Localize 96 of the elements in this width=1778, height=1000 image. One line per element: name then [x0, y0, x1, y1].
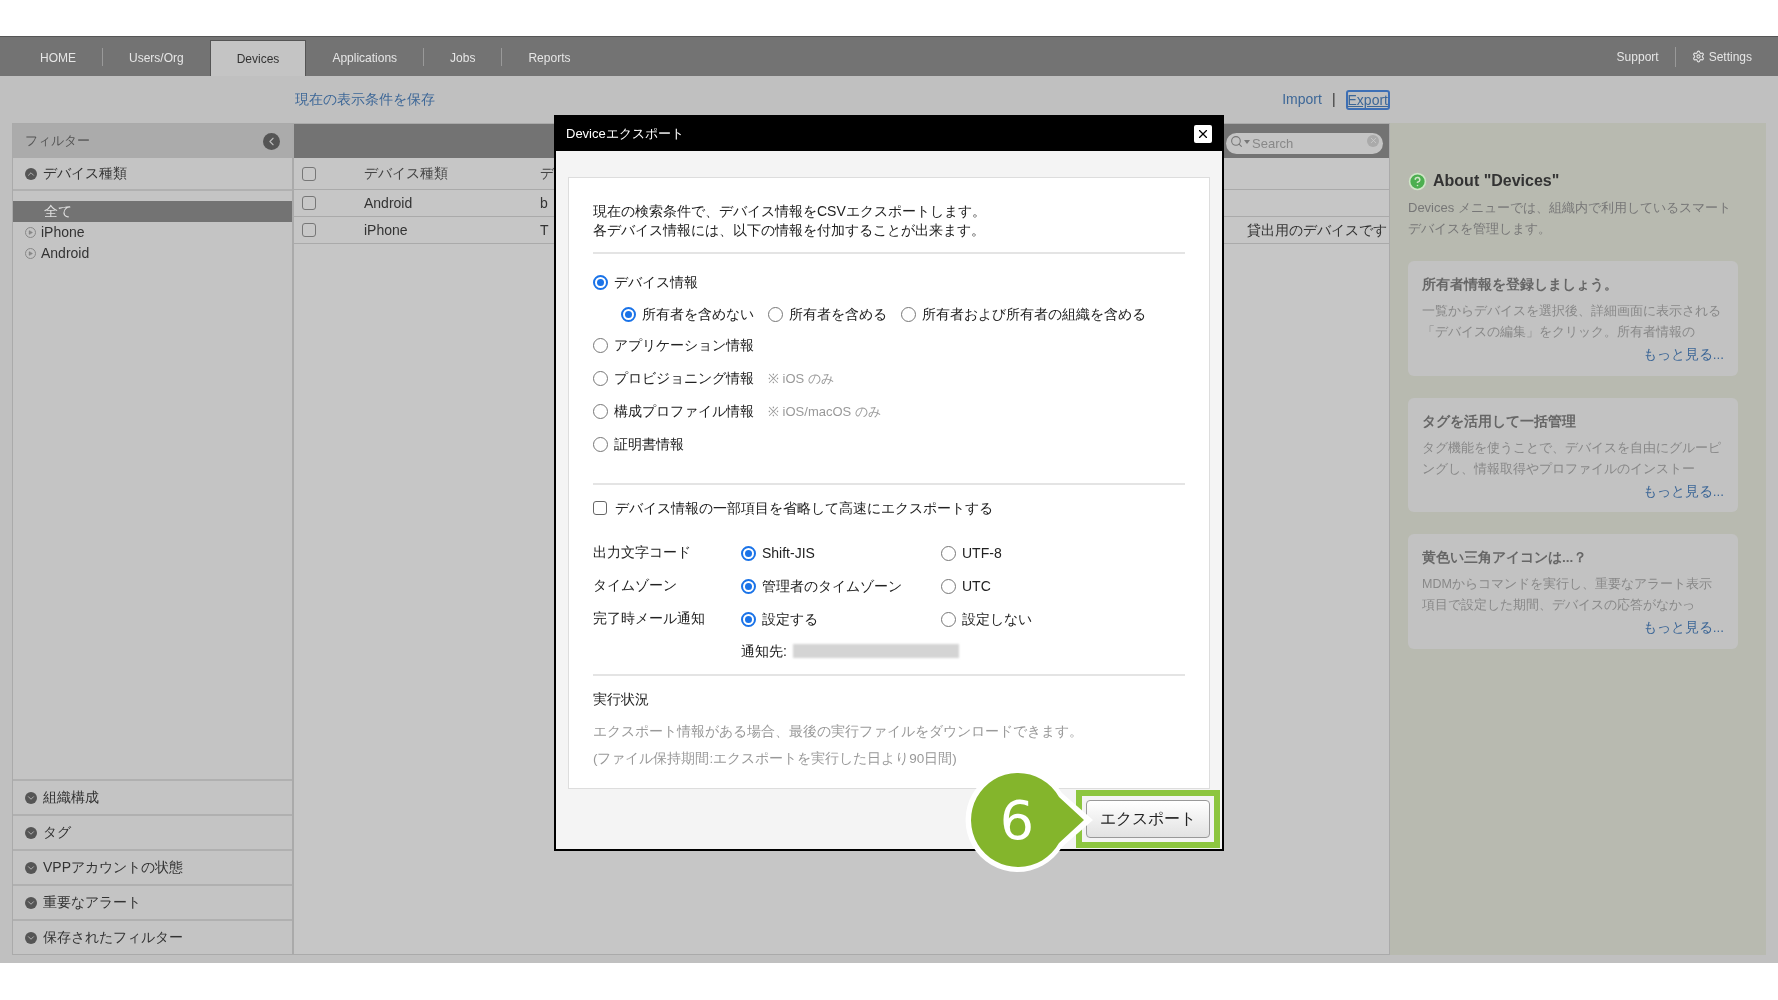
chevron-down-icon[interactable]	[25, 896, 37, 909]
radio-button[interactable]	[593, 275, 608, 290]
table-cell-text: T	[540, 220, 549, 240]
table-cell-text: 貸出用のデバイスです	[1247, 220, 1388, 240]
chevron-down-icon[interactable]	[25, 931, 37, 944]
column-header: デバイス種類	[364, 164, 449, 183]
intro-text: 各デバイス情報には、以下の情報を付加することが出来ます。	[593, 221, 986, 240]
section-title: 実行状況	[593, 691, 650, 709]
support-link[interactable]: Support	[1616, 47, 1659, 66]
filter-item[interactable]: Android	[13, 243, 292, 264]
radio-button[interactable]	[593, 404, 608, 419]
setting-label: タイムゾーン	[593, 577, 678, 596]
radio-button[interactable]	[941, 612, 956, 627]
radio-button[interactable]	[593, 338, 608, 353]
radio-button[interactable]	[593, 437, 608, 452]
option-label: アプリケーション情報	[614, 336, 754, 355]
nav-tab[interactable]: HOME	[14, 40, 102, 76]
radio-button[interactable]	[621, 306, 636, 322]
play-circle-icon	[25, 227, 36, 238]
radio-button[interactable]	[741, 579, 756, 594]
option-label: 構成プロファイル情報	[614, 402, 754, 421]
option-label: デバイス情報	[614, 273, 698, 292]
save-view-link[interactable]: 現在の表示条件を保存	[295, 89, 435, 110]
table-cell-text: b	[540, 193, 548, 213]
radio-button[interactable]	[593, 371, 608, 386]
nav-tab[interactable]: Reports	[502, 40, 597, 76]
option-label: 所有者を含める	[789, 304, 887, 324]
filter-section-title[interactable]: タグ	[43, 822, 71, 843]
separator-text: |	[1331, 90, 1336, 109]
option-label: 設定する	[762, 610, 818, 629]
option-note: ※ iOS/macOS のみ	[768, 402, 881, 421]
checkbox[interactable]	[302, 166, 316, 181]
option-label: 管理者のタイムゾーン	[762, 577, 902, 596]
caret-icon	[1244, 139, 1250, 144]
checkbox[interactable]	[302, 196, 316, 210]
intro-text: 現在の検索条件で、デバイス情報をCSVエクスポートします。	[593, 202, 987, 221]
option-note: ※ iOS のみ	[768, 369, 834, 388]
option-label: プロビジョニング情報	[614, 369, 754, 388]
nav-tab[interactable]: Devices	[209, 40, 307, 76]
option-label: Shift-JIS	[762, 544, 815, 563]
table-cell-text: iPhone	[364, 220, 409, 240]
search-icon	[1230, 134, 1243, 148]
chevron-down-icon[interactable]	[25, 791, 37, 804]
help-title: About "Devices"	[1433, 171, 1560, 191]
radio-button[interactable]	[901, 306, 916, 322]
more-link[interactable]: もっと見る...	[1642, 618, 1724, 639]
setting-label: 出力文字コード	[593, 544, 692, 563]
filter-section-title[interactable]: 保存されたフィルター	[43, 927, 183, 948]
import-link[interactable]: Import	[1282, 89, 1322, 110]
search-field[interactable]: Search	[1226, 132, 1383, 154]
radio-button[interactable]	[941, 579, 956, 594]
option-label: 設定しない	[962, 610, 1032, 629]
play-circle-icon	[25, 248, 36, 259]
filter-item[interactable]: 全て	[13, 201, 292, 222]
checkbox[interactable]	[593, 501, 607, 515]
nav-tab[interactable]: Users/Org	[103, 40, 210, 76]
tip-title: タグを活用して一括管理	[1422, 412, 1577, 431]
export-link[interactable]: Export	[1345, 89, 1390, 110]
nav-tab[interactable]: Applications	[306, 40, 424, 76]
status-text: エクスポート情報がある場合、最後の実行ファイルをダウンロードできます。	[593, 723, 1084, 742]
checkbox[interactable]	[302, 223, 316, 237]
collapse-icon[interactable]	[263, 132, 280, 150]
chevron-down-icon[interactable]	[25, 826, 37, 839]
filter-section-title[interactable]: デバイス種類	[43, 163, 127, 184]
option-label: UTF-8	[962, 544, 1002, 563]
chevron-up-icon[interactable]	[25, 167, 37, 180]
setting-label: 完了時メール通知	[593, 610, 706, 629]
export-button[interactable]: エクスポート	[1086, 800, 1210, 838]
filter-item[interactable]: iPhone	[13, 222, 292, 243]
option-label: 所有者を含めない	[642, 304, 754, 324]
filter-section-title[interactable]: 重要なアラート	[43, 892, 141, 913]
option-label: 証明書情報	[614, 435, 684, 454]
help-icon	[1408, 171, 1427, 191]
radio-button[interactable]	[741, 546, 756, 561]
more-link[interactable]: もっと見る...	[1642, 481, 1724, 502]
chevron-down-icon[interactable]	[25, 861, 37, 874]
tip-title: 所有者情報を登録しましょう。	[1422, 276, 1619, 294]
settings-icon	[1691, 50, 1705, 63]
radio-button[interactable]	[941, 546, 956, 561]
option-label: 所有者および所有者の組織を含める	[922, 304, 1146, 324]
checkbox-label: デバイス情報の一部項目を省略して高速にエクスポートする	[615, 498, 993, 518]
filter-section-title[interactable]: VPPアカウントの状態	[43, 857, 183, 878]
sidebar-title: フィルター	[25, 132, 90, 151]
option-label: UTC	[962, 577, 991, 596]
radio-button[interactable]	[741, 612, 756, 627]
nav-tab[interactable]: Jobs	[424, 40, 502, 76]
filter-section-title[interactable]: 組織構成	[43, 787, 99, 808]
status-text: (ファイル保持期間:エクスポートを実行した日より90日間)	[593, 749, 958, 768]
tip-title: 黄色い三角アイコンは...？	[1422, 549, 1589, 567]
settings-link[interactable]: Settings	[1691, 47, 1752, 66]
column-header: デ	[540, 164, 554, 183]
table-cell-text: Android	[364, 193, 414, 213]
dialog-title: Deviceエクスポート	[566, 125, 684, 144]
radio-button[interactable]	[768, 306, 783, 322]
more-link[interactable]: もっと見る...	[1642, 345, 1724, 366]
notify-label: 通知先:	[741, 641, 787, 661]
